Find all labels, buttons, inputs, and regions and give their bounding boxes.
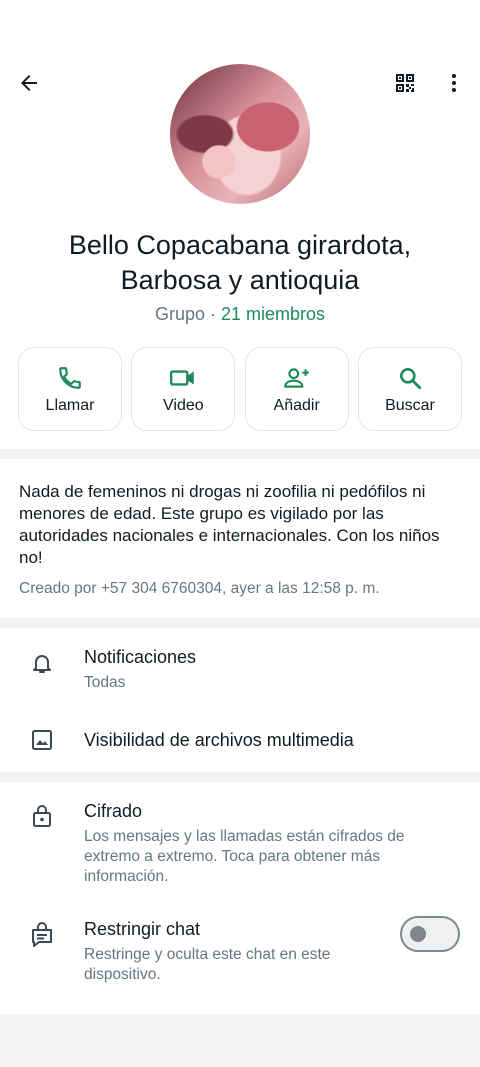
encryption-row[interactable]: Cifrado Los mensajes y las llamadas está… (0, 782, 480, 894)
restrict-chat-row[interactable]: Restringir chat Restringe y oculta este … (0, 900, 480, 1000)
phone-icon (59, 367, 81, 389)
created-by-text: Creado por +57 304 6760304, ayer a las 1… (19, 580, 380, 597)
search-label: Buscar (385, 397, 435, 414)
action-buttons: Llamar Video Añadir Buscar (18, 347, 462, 431)
notifications-value: Todas (84, 674, 126, 691)
group-title-line2: Barbosa y antioquia (120, 265, 360, 295)
add-person-icon (283, 368, 309, 388)
group-avatar[interactable] (170, 64, 310, 204)
call-button[interactable]: Llamar (18, 347, 122, 431)
group-title-line1: Bello Copacabana girardota, (68, 230, 412, 260)
video-button[interactable]: Video (131, 347, 236, 431)
group-subtitle: Grupo · 21 miembros (0, 304, 480, 325)
call-label: Llamar (45, 397, 95, 414)
image-icon (32, 730, 52, 750)
more-options-button[interactable] (436, 64, 472, 102)
media-visibility-label: Visibilidad de archivos multimedia (84, 730, 354, 750)
search-button[interactable]: Buscar (357, 347, 462, 431)
bell-icon (33, 655, 51, 673)
group-header: Bello Copacabana girardota, Barbosa y an… (0, 0, 480, 449)
qr-code-button[interactable] (386, 64, 424, 102)
encryption-label: Cifrado (84, 801, 143, 821)
search-icon (400, 368, 422, 390)
back-button[interactable] (10, 64, 48, 102)
video-label: Video (163, 397, 204, 414)
group-type: Grupo · (154, 304, 221, 324)
toggle-knob (410, 926, 426, 942)
group-description-card[interactable]: Nada de femeninos ni drogas ni zoofilia … (0, 459, 480, 618)
more-vert-icon (452, 74, 456, 92)
notifications-label: Notificaciones (84, 647, 197, 667)
encryption-description: Los mensajes y las llamadas están cifrad… (84, 828, 405, 885)
locked-chat-icon (32, 922, 52, 947)
media-visibility-row[interactable]: Visibilidad de archivos multimedia (0, 706, 480, 772)
restrict-chat-label: Restringir chat (84, 919, 201, 939)
notifications-row[interactable]: Notificaciones Todas (0, 628, 480, 702)
lock-icon (33, 805, 51, 827)
group-description: Nada de femeninos ni drogas ni zoofilia … (19, 482, 440, 567)
settings-card: Notificaciones Todas Visibilidad de arch… (0, 628, 480, 772)
security-card: Cifrado Los mensajes y las llamadas está… (0, 782, 480, 1014)
back-arrow-icon (21, 75, 37, 91)
add-member-button[interactable]: Añadir (244, 347, 349, 431)
members-count-link[interactable]: 21 miembros (221, 304, 325, 324)
qr-code-icon (396, 74, 414, 92)
add-label: Añadir (273, 397, 320, 414)
group-title: Bello Copacabana girardota, Barbosa y an… (20, 228, 460, 298)
restrict-chat-description: Restringe y oculta este chat en este dis… (84, 946, 331, 983)
video-icon (170, 370, 195, 386)
restrict-chat-toggle[interactable] (400, 916, 460, 952)
